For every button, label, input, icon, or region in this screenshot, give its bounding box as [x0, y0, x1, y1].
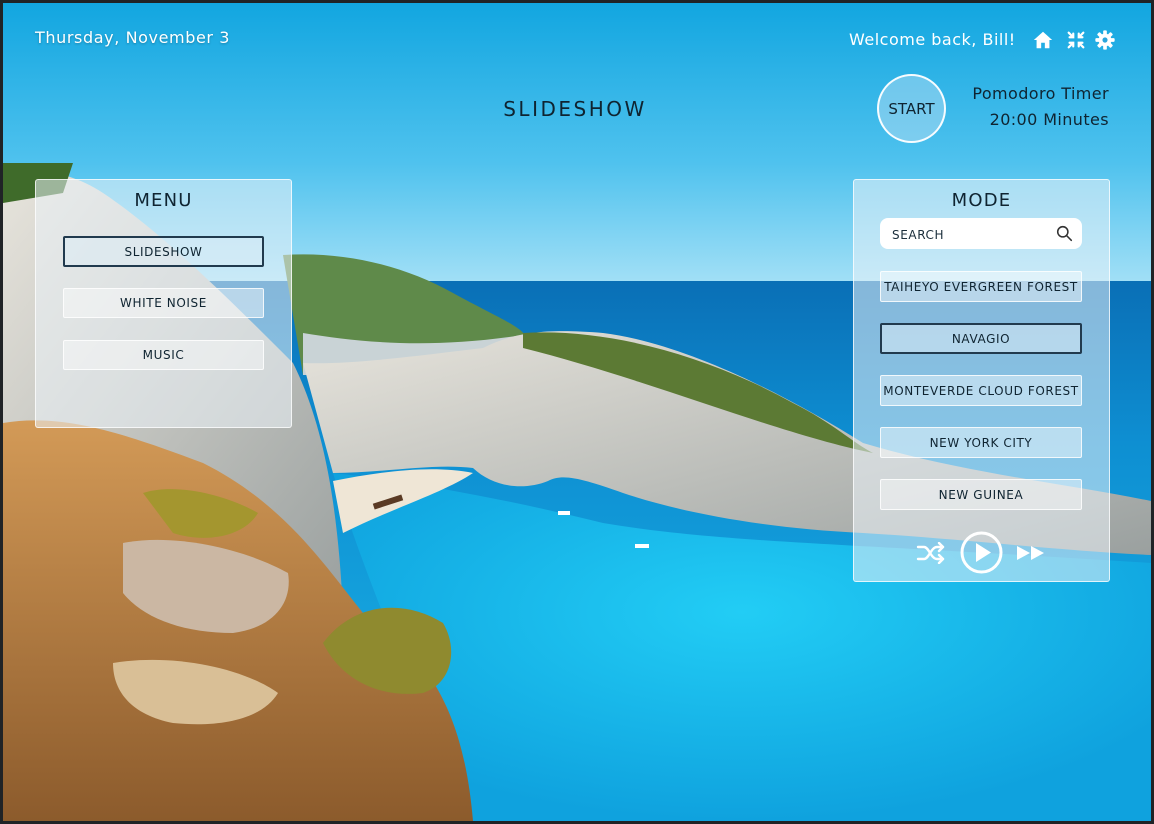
menu-panel: MENU SLIDESHOW WHITE NOISE MUSIC — [35, 179, 292, 428]
page-title: SLIDESHOW — [503, 97, 647, 121]
mode-panel: MODE TAIHEYO EVERGREEN FOREST NAVAGIO MO… — [853, 179, 1110, 582]
mode-item-new-guinea[interactable]: NEW GUINEA — [880, 479, 1082, 510]
mode-item-new-york-city[interactable]: NEW YORK CITY — [880, 427, 1082, 458]
settings-icon[interactable] — [1094, 29, 1116, 51]
mode-item-taiheyo-evergreen-forest[interactable]: TAIHEYO EVERGREEN FOREST — [880, 271, 1082, 302]
menu-item-slideshow[interactable]: SLIDESHOW — [63, 236, 264, 267]
mode-item-monteverde-cloud-forest[interactable]: MONTEVERDE CLOUD FOREST — [880, 375, 1082, 406]
start-timer-button[interactable]: START — [877, 74, 946, 143]
home-icon[interactable] — [1032, 29, 1054, 51]
minimize-icon[interactable] — [1065, 29, 1087, 51]
search-box — [880, 218, 1082, 251]
mode-title: MODE — [951, 190, 1012, 211]
play-icon[interactable] — [960, 531, 1003, 574]
menu-item-music[interactable]: MUSIC — [63, 340, 264, 370]
pomodoro-title: Pomodoro Timer — [972, 84, 1109, 103]
fast-forward-icon[interactable] — [1016, 544, 1046, 562]
mode-item-navagio[interactable]: NAVAGIO — [880, 323, 1082, 354]
menu-title: MENU — [134, 190, 193, 211]
search-input[interactable] — [890, 218, 1054, 251]
menu-item-white-noise[interactable]: WHITE NOISE — [63, 288, 264, 318]
pomodoro-duration: 20:00 Minutes — [989, 110, 1109, 129]
welcome-message: Welcome back, Bill! — [849, 30, 1016, 49]
search-icon[interactable] — [1056, 225, 1073, 242]
shuffle-icon[interactable] — [916, 542, 946, 564]
date-label: Thursday, November 3 — [35, 28, 231, 47]
